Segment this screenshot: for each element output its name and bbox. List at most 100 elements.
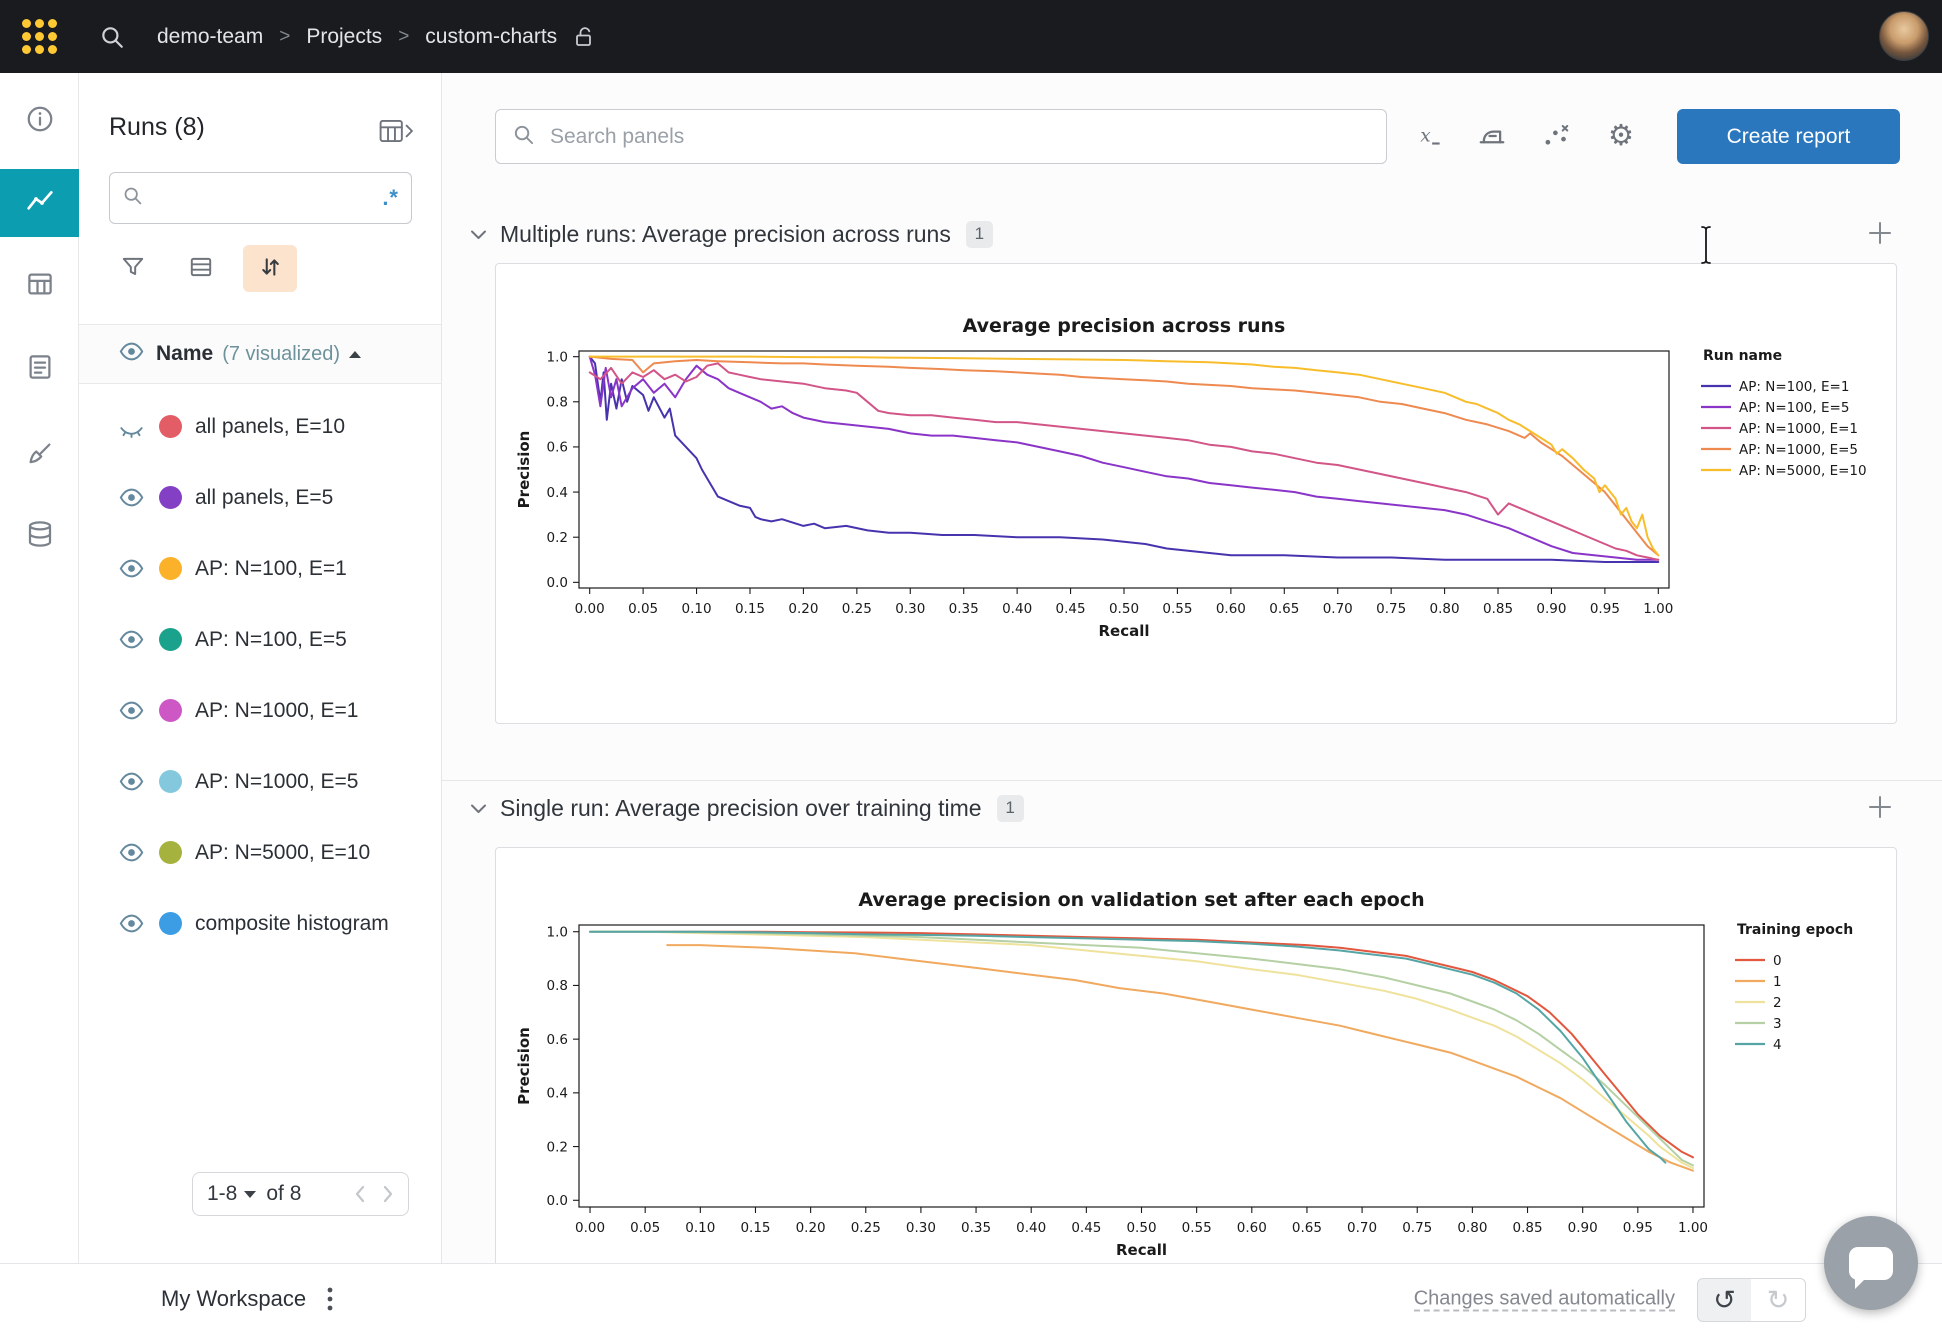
sort-button[interactable] (243, 245, 297, 292)
breadcrumb-separator: > (398, 26, 409, 48)
regex-toggle[interactable]: .* (382, 185, 399, 211)
app-root: demo-team > Projects > custom-charts (0, 0, 1942, 1334)
chevron-down-icon[interactable] (470, 803, 487, 814)
svg-text:0: 0 (1773, 953, 1782, 969)
svg-text:0.50: 0.50 (1126, 1220, 1156, 1236)
chevron-down-icon[interactable] (470, 229, 487, 240)
create-report-button[interactable]: Create report (1677, 109, 1900, 164)
svg-text:1.0: 1.0 (547, 925, 568, 941)
svg-text:0.95: 0.95 (1590, 601, 1620, 617)
eye-icon (118, 338, 145, 370)
svg-text:0.75: 0.75 (1402, 1220, 1432, 1236)
svg-text:1.00: 1.00 (1643, 601, 1673, 617)
visualized-count-label: (7 visualized) (222, 343, 340, 366)
visibility-eye-icon[interactable] (118, 697, 145, 724)
svg-text:0.80: 0.80 (1457, 1220, 1487, 1236)
sort-arrows-icon (257, 254, 283, 283)
support-chat-button[interactable] (1824, 1216, 1918, 1310)
autosave-status-label[interactable]: Changes saved automatically (1414, 1288, 1675, 1311)
rail-item-reports[interactable] (0, 335, 79, 403)
chart-panel-average-precision-per-epoch[interactable]: Average precision on validation set afte… (495, 847, 1897, 1263)
run-label: AP: N=100, E=5 (195, 628, 347, 652)
rail-item-runs-table[interactable] (0, 252, 79, 320)
svg-text:2: 2 (1773, 995, 1782, 1011)
add-panel-icon[interactable] (1867, 220, 1893, 249)
run-row[interactable]: all panels, E=5 (79, 462, 441, 533)
group-button[interactable] (178, 245, 224, 291)
svg-text:Run name: Run name (1703, 348, 1782, 364)
run-row[interactable]: composite histogram (79, 888, 441, 959)
breadcrumb-separator: > (279, 26, 290, 48)
rail-item-overview[interactable] (0, 87, 79, 155)
panel-count-badge: 1 (966, 221, 993, 248)
sweep-controls-icon[interactable] (1475, 119, 1509, 153)
rail-item-workspace[interactable] (0, 169, 79, 237)
settings-gear-icon[interactable]: ⚙ (1604, 119, 1638, 153)
run-row[interactable]: AP: N=5000, E=10 (79, 817, 441, 888)
visibility-eye-icon[interactable] (118, 555, 145, 582)
panel-search-box (495, 109, 1387, 164)
table-icon (25, 269, 55, 304)
chart-panel-average-precision-across-runs[interactable]: Average precision across runs0.000.050.1… (495, 263, 1897, 724)
section-title[interactable]: Multiple runs: Average precision across … (500, 221, 951, 248)
math-expression-icon[interactable]: x (1413, 119, 1447, 153)
svg-text:0.55: 0.55 (1162, 601, 1192, 617)
run-row[interactable]: all panels, E=10 (79, 391, 441, 462)
page-range-label[interactable]: 1-8 (207, 1182, 237, 1206)
workspace-menu-kebab-icon[interactable] (327, 1286, 333, 1312)
svg-text:0.05: 0.05 (630, 1220, 660, 1236)
visibility-eye-icon[interactable] (118, 910, 145, 937)
scatter-plot-icon[interactable] (1539, 119, 1573, 153)
avg-precision-per-epoch-chart[interactable]: Average precision on validation set afte… (496, 848, 1896, 1263)
breadcrumb-projects[interactable]: Projects (306, 25, 382, 49)
svg-text:0.90: 0.90 (1536, 601, 1566, 617)
line-chart-icon (24, 185, 56, 222)
avg-precision-across-runs-chart[interactable]: Average precision across runs0.000.050.1… (496, 264, 1896, 723)
breadcrumb-team[interactable]: demo-team (157, 25, 263, 49)
panel-search-input[interactable] (548, 124, 1370, 150)
run-row[interactable]: AP: N=1000, E=1 (79, 675, 441, 746)
visibility-eye-off-icon[interactable] (118, 413, 145, 440)
svg-text:Average precision across runs: Average precision across runs (963, 315, 1286, 337)
filter-button[interactable] (110, 245, 156, 291)
svg-text:0.45: 0.45 (1071, 1220, 1101, 1236)
svg-text:0.00: 0.00 (575, 601, 605, 617)
breadcrumb-project-name[interactable]: custom-charts (425, 25, 557, 49)
svg-text:3: 3 (1773, 1016, 1782, 1032)
svg-text:0.70: 0.70 (1323, 601, 1353, 617)
visibility-eye-icon[interactable] (118, 626, 145, 653)
run-row[interactable]: AP: N=100, E=1 (79, 533, 441, 604)
redo-button[interactable]: ↻ (1751, 1278, 1806, 1322)
svg-text:0.10: 0.10 (682, 601, 712, 617)
prev-page-button[interactable] (354, 1184, 366, 1204)
runs-table-expand-button[interactable] (379, 119, 413, 146)
section-title[interactable]: Single run: Average precision over train… (500, 795, 982, 822)
user-avatar[interactable] (1879, 11, 1929, 61)
undo-button[interactable]: ↺ (1697, 1278, 1752, 1322)
run-row[interactable]: AP: N=100, E=5 (79, 604, 441, 675)
run-row[interactable]: AP: N=1000, E=5 (79, 746, 441, 817)
runs-search-input[interactable] (152, 186, 373, 211)
svg-text:0.65: 0.65 (1292, 1220, 1322, 1236)
next-page-button[interactable] (382, 1184, 394, 1204)
name-column-label: Name (156, 342, 213, 366)
visibility-eye-icon[interactable] (118, 839, 145, 866)
runs-name-column-header[interactable]: Name (7 visualized) (79, 324, 441, 384)
workspace-title[interactable]: My Workspace (161, 1286, 306, 1312)
info-icon (25, 104, 55, 139)
rail-item-artifacts[interactable] (0, 502, 79, 570)
run-label: AP: N=100, E=1 (195, 557, 347, 581)
section-header-single-run: Single run: Average precision over train… (442, 790, 1942, 826)
visibility-eye-icon[interactable] (118, 484, 145, 511)
svg-text:0.4: 0.4 (547, 1086, 568, 1102)
visibility-eye-icon[interactable] (118, 768, 145, 795)
unlock-icon[interactable] (573, 25, 597, 49)
add-panel-icon[interactable] (1867, 794, 1893, 823)
svg-text:1.0: 1.0 (547, 349, 568, 365)
nav-search-icon[interactable] (99, 24, 125, 50)
svg-text:0.95: 0.95 (1623, 1220, 1653, 1236)
page-size-caret-icon[interactable] (244, 1191, 256, 1198)
rail-item-sweeps[interactable] (0, 422, 79, 490)
wandb-logo[interactable] (22, 19, 57, 54)
svg-text:0.15: 0.15 (735, 601, 765, 617)
